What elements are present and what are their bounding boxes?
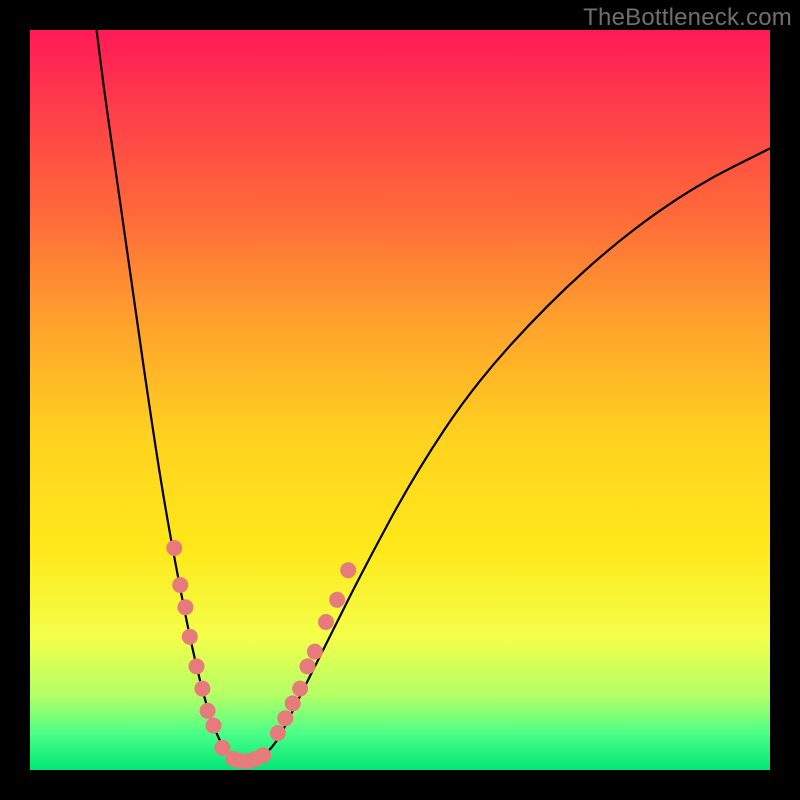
data-point-marker <box>189 658 205 674</box>
data-point-marker <box>172 577 188 593</box>
data-point-marker <box>200 703 216 719</box>
data-point-marker <box>194 681 210 697</box>
data-point-marker <box>307 644 323 660</box>
data-point-marker <box>277 710 293 726</box>
data-point-marker <box>285 695 301 711</box>
data-point-marker <box>292 681 308 697</box>
data-point-marker <box>318 614 334 630</box>
data-point-marker <box>270 725 286 741</box>
chart-container: TheBottleneck.com <box>0 0 800 800</box>
watermark-text: TheBottleneck.com <box>583 4 792 32</box>
data-point-marker <box>329 592 345 608</box>
plot-area <box>30 30 770 770</box>
bottleneck-curve <box>97 30 770 763</box>
data-point-marker <box>255 747 271 763</box>
data-point-marker <box>340 562 356 578</box>
curve-svg <box>30 30 770 770</box>
data-point-marker <box>206 718 222 734</box>
data-point-marker <box>177 599 193 615</box>
data-point-marker <box>182 629 198 645</box>
data-point-marker <box>166 540 182 556</box>
data-point-marker <box>300 658 316 674</box>
